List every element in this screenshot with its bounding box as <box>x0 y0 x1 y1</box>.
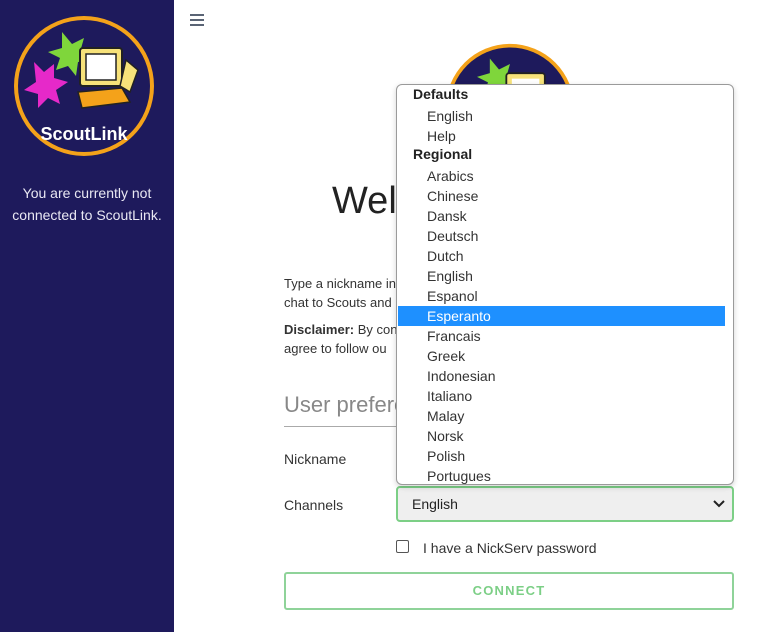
channels-dropdown-list[interactable]: Defaults English Help Regional Arabics Chines… <box>396 84 734 485</box>
dropdown-group-label: Defaults <box>413 86 469 102</box>
dropdown-option[interactable]: Francais <box>398 326 725 346</box>
intro-line-2: chat to Scouts and <box>284 295 392 310</box>
dropdown-option[interactable]: English <box>398 266 725 286</box>
status-line-2: connected to ScoutLink. <box>12 207 162 223</box>
dropdown-group-label: Regional <box>413 146 473 162</box>
dropdown-option[interactable]: Indonesian <box>398 366 725 386</box>
dropdown-option[interactable]: Dansk <box>398 206 725 226</box>
dropdown-option[interactable]: English <box>398 106 725 126</box>
sidebar: ScoutLink You are currently not connecte… <box>0 0 174 632</box>
dropdown-option[interactable]: Polish <box>398 446 725 466</box>
dropdown-option[interactable]: Esperanto <box>398 306 725 326</box>
scoutlink-logo: ScoutLink <box>14 16 154 156</box>
dropdown-option[interactable]: Malay <box>398 406 725 426</box>
prefs-heading: User prefere <box>284 392 407 417</box>
nickserv-checkbox[interactable] <box>396 540 409 553</box>
disclaimer-rest: By con <box>354 322 398 337</box>
dropdown-option[interactable]: Arabics <box>398 166 725 186</box>
channels-select-value: English <box>412 496 458 512</box>
dropdown-option[interactable]: Help <box>398 126 725 146</box>
chevron-down-icon <box>713 500 725 508</box>
logo-text: ScoutLink <box>40 124 128 144</box>
nickname-label: Nickname <box>284 451 347 467</box>
channels-select[interactable]: English <box>396 486 734 522</box>
dropdown-option[interactable]: Dutch <box>398 246 725 266</box>
intro-text: Type a nickname in chat to Scouts and <box>284 274 396 312</box>
intro-line-1: Type a nickname in <box>284 276 397 291</box>
disclaimer-label: Disclaimer: <box>284 322 355 337</box>
dropdown-option[interactable]: Greek <box>398 346 725 366</box>
nickserv-label[interactable]: I have a NickServ password <box>423 540 597 556</box>
disclaimer-line-2: agree to follow ou <box>284 341 387 356</box>
dropdown-option[interactable]: Chinese <box>398 186 725 206</box>
channels-label: Channels <box>284 497 344 513</box>
disclaimer-text: Disclaimer: By con agree to follow ou <box>284 320 397 358</box>
dropdown-option[interactable]: Espanol <box>398 286 725 306</box>
dropdown-option[interactable]: Norsk <box>398 426 725 446</box>
dropdown-option[interactable]: Italiano <box>398 386 725 406</box>
dropdown-option[interactable]: Portugues <box>398 466 725 484</box>
connect-button[interactable]: CONNECT <box>284 572 734 610</box>
status-line-1: You are currently not <box>22 185 152 201</box>
menu-toggle-icon[interactable] <box>190 11 206 31</box>
connection-status: You are currently not connected to Scout… <box>0 182 174 226</box>
dropdown-option[interactable]: Deutsch <box>398 226 725 246</box>
